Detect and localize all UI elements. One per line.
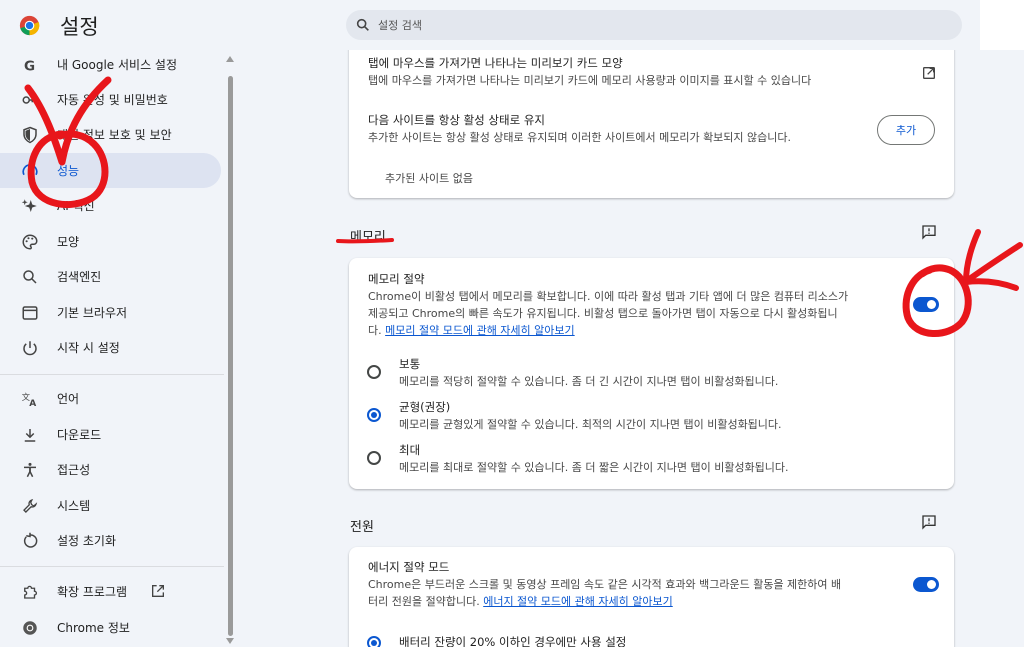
search-input[interactable] [378, 10, 938, 40]
energy-saver-card: 에너지 절약 모드 Chrome은 부드러운 스크롤 및 동영상 프레임 속도 … [349, 547, 954, 647]
search-box[interactable] [346, 10, 962, 40]
memory-saver-desc-line-1: Chrome이 비활성 탭에서 메모리를 확보합니다. 이에 따라 활성 탭과 … [368, 290, 849, 303]
memory-saver-toggle[interactable] [913, 297, 939, 312]
radio-battery-low-only[interactable] [367, 636, 381, 647]
memory-section-title: 메모리 [350, 230, 386, 245]
main-content: 탭에 마우스를 가져가면 나타나는 미리보기 카드 모양 탭에 마우스를 가져가… [0, 50, 1024, 647]
option-moderate-desc: 메모리를 적당히 절약할 수 있습니다. 좀 더 긴 시간이 지나면 탭이 비활… [399, 375, 779, 388]
energy-saver-desc-line-1: Chrome은 부드러운 스크롤 및 동영상 프레임 속도 같은 시각적 효과와… [368, 578, 842, 591]
chrome-logo-icon [19, 15, 40, 36]
feedback-icon[interactable] [921, 514, 937, 530]
radio-moderate[interactable] [367, 365, 381, 379]
energy-saver-title: 에너지 절약 모드 [368, 560, 450, 574]
energy-saver-desc-line-2: 터리 전원을 절약합니다. 에너지 절약 모드에 관해 자세히 알아보기 [368, 593, 673, 611]
hover-preview-desc: 탭에 마우스를 가져가면 나타나는 미리보기 카드에 메모리 사용량과 이미지를… [368, 74, 812, 87]
memory-saver-desc-line-3: 다. 메모리 절약 모드에 관해 자세히 알아보기 [368, 322, 575, 340]
memory-saver-card: 메모리 절약 Chrome이 비활성 탭에서 메모리를 확보합니다. 이에 따라… [349, 258, 954, 489]
open-in-new-icon[interactable] [921, 65, 937, 81]
memory-saver-title: 메모리 절약 [368, 272, 425, 286]
page-title: 설정 [60, 15, 99, 39]
feedback-icon[interactable] [921, 224, 937, 240]
hover-preview-title: 탭에 마우스를 가져가면 나타나는 미리보기 카드 모양 [368, 56, 623, 70]
option-maximum-desc: 메모리를 최대로 절약할 수 있습니다. 좀 더 짧은 시간이 지나면 탭이 비… [399, 461, 789, 474]
always-active-desc: 추가한 사이트는 항상 활성 상태로 유지되며 이러한 사이트에서 메모리가 확… [368, 131, 792, 144]
tabs-card: 탭에 마우스를 가져가면 나타나는 미리보기 카드 모양 탭에 마우스를 가져가… [349, 50, 954, 198]
add-site-button[interactable]: 추가 [877, 115, 935, 145]
option-balanced-title: 균형(권장) [399, 400, 451, 414]
energy-saver-learn-more-link[interactable]: 에너지 절약 모드에 관해 자세히 알아보기 [483, 595, 673, 608]
search-icon [356, 18, 369, 31]
always-active-title: 다음 사이트를 항상 활성 상태로 유지 [368, 113, 545, 127]
radio-balanced[interactable] [367, 408, 381, 422]
header: 설정 [0, 0, 1024, 50]
memory-saver-desc-tail: 다. [368, 324, 382, 337]
option-maximum-title: 최대 [399, 443, 421, 457]
header-blank-area [980, 0, 1024, 50]
energy-saver-toggle[interactable] [913, 577, 939, 592]
energy-saver-desc-tail: 터리 전원을 절약합니다. [368, 595, 480, 608]
power-section-title: 전원 [350, 520, 374, 535]
no-sites-text: 추가된 사이트 없음 [385, 172, 473, 185]
settings-window: 설정 G 내 Google 서비스 설정 자동 완성 및 비밀번호 [0, 0, 1024, 647]
memory-saver-desc-line-2: 제공되고 Chrome의 빠른 속도가 유지됩니다. 비활성 탭으로 돌아가면 … [368, 307, 838, 320]
option-balanced-desc: 메모리를 균형있게 절약할 수 있습니다. 최적의 시간이 지나면 탭이 비활성… [399, 418, 782, 431]
battery-low-option-label: 배터리 잔량이 20% 이하인 경우에만 사용 설정 [399, 635, 627, 647]
option-moderate-title: 보통 [399, 357, 421, 371]
radio-maximum[interactable] [367, 451, 381, 465]
memory-saver-learn-more-link[interactable]: 메모리 절약 모드에 관해 자세히 알아보기 [385, 324, 575, 337]
